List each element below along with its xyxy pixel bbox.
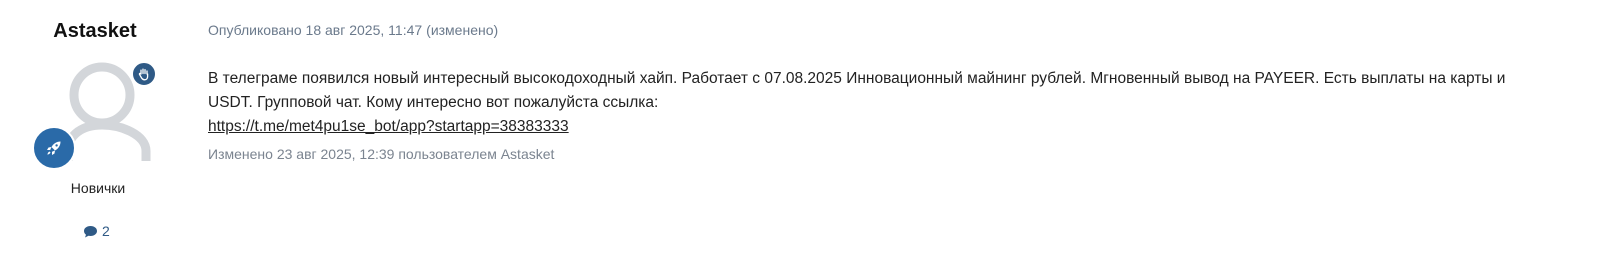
forum-post: Astasket Новички 2 Опубликовано 18 авг 2… <box>0 0 1600 253</box>
post-body-text: В телеграме появился новый интересный вы… <box>208 70 1506 111</box>
edited-flag: (изменено) <box>426 22 499 38</box>
hand-icon <box>138 68 149 81</box>
edit-note: Изменено 23 авг 2025, 12:39 пользователе… <box>208 146 555 162</box>
published-date-link[interactable]: Опубликовано 18 авг 2025, 11:47 <box>208 22 422 38</box>
post-body: В телеграме появился новый интересный вы… <box>208 67 1548 139</box>
hand-badge[interactable] <box>131 61 157 87</box>
author-column: Astasket Новички 2 <box>0 0 190 253</box>
rocket-icon <box>47 141 61 155</box>
post-count-value: 2 <box>102 223 110 239</box>
post-count-link[interactable]: 2 <box>83 223 110 239</box>
comment-icon <box>84 225 97 237</box>
external-link[interactable]: https://t.me/met4pu1se_bot/app?startapp=… <box>208 118 569 135</box>
rocket-badge[interactable] <box>32 126 76 170</box>
post-meta: Опубликовано 18 авг 2025, 11:47 (изменено… <box>208 22 498 38</box>
user-rank: Новички <box>70 180 126 196</box>
author-name-link[interactable]: Astasket <box>0 20 190 43</box>
